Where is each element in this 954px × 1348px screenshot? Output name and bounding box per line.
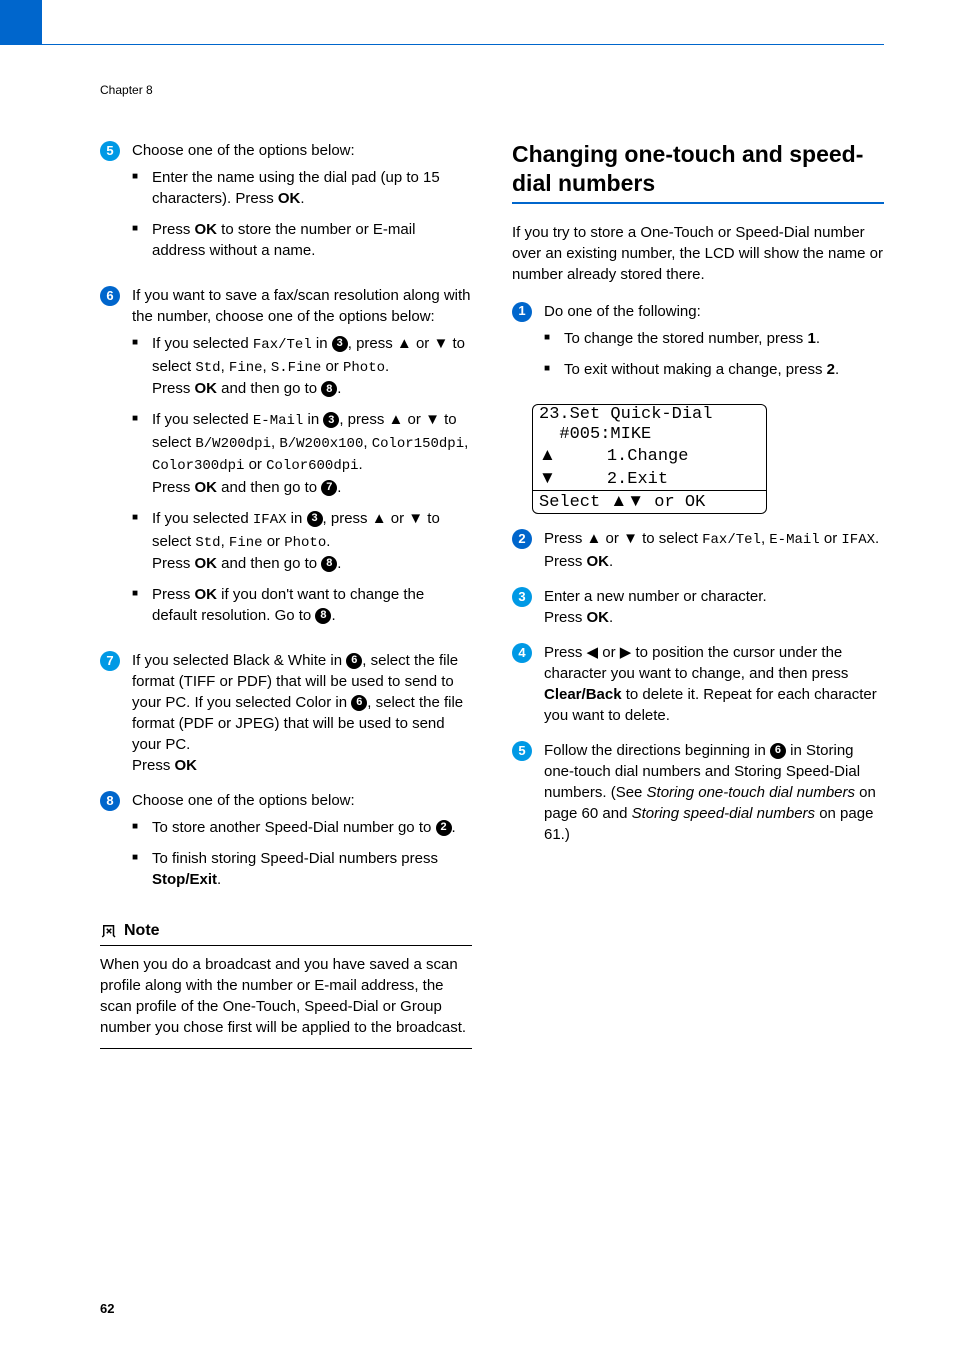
- down-arrow-icon: ▼: [627, 491, 644, 510]
- lcd-line1: 23.Set Quick-Dial: [533, 405, 766, 425]
- ref-3-icon: 3: [332, 336, 348, 352]
- r-step1-intro: Do one of the following:: [544, 301, 884, 322]
- down-arrow-icon: ▼: [539, 468, 556, 487]
- step6-bullet2: If you selected E-Mail in 3, press ▲ or …: [132, 409, 472, 498]
- step5-bullet2: Press OK to store the number or E-mail a…: [132, 219, 472, 261]
- r-step-badge-5: 5: [512, 741, 532, 761]
- ref-8-icon: 8: [315, 608, 331, 624]
- ref-6-icon: 6: [770, 743, 786, 759]
- up-arrow-icon: ▲: [610, 491, 627, 510]
- lcd-line3: ▲ 1.Change: [533, 445, 766, 467]
- right-arrow-icon: ▶: [620, 644, 632, 661]
- up-arrow-icon: ▲: [587, 530, 602, 547]
- r-step-badge-3: 3: [512, 587, 532, 607]
- note-icon: [100, 922, 118, 940]
- note-section: Note When you do a broadcast and you hav…: [100, 920, 472, 1048]
- ref-6-icon: 6: [351, 695, 367, 711]
- step6-bullet3: If you selected IFAX in 3, press ▲ or ▼ …: [132, 508, 472, 574]
- note-end-rule: [100, 1048, 472, 1049]
- step-badge-8: 8: [100, 791, 120, 811]
- ref-6-icon: 6: [346, 653, 362, 669]
- ref-7-icon: 7: [321, 480, 337, 496]
- r-step-2: 2 Press ▲ or ▼ to select Fax/Tel, E-Mail…: [512, 528, 884, 572]
- lcd-line4: ▼ 2.Exit: [533, 468, 766, 490]
- page-number: 62: [100, 1300, 114, 1318]
- r-step-badge-1: 1: [512, 302, 532, 322]
- step5-intro: Choose one of the options below:: [132, 140, 472, 161]
- ref-3-icon: 3: [323, 412, 339, 428]
- step-8: 8 Choose one of the options below: To st…: [100, 790, 472, 900]
- section-underline: [512, 202, 884, 204]
- left-column: 5 Choose one of the options below: Enter…: [100, 140, 472, 1065]
- down-arrow-icon: ▼: [408, 510, 423, 527]
- r-step1-bullet2: To exit without making a change, press 2…: [544, 359, 884, 380]
- left-arrow-icon: ◀: [587, 644, 599, 661]
- step-badge-7: 7: [100, 651, 120, 671]
- up-arrow-icon: ▲: [539, 445, 556, 464]
- step-badge-6: 6: [100, 286, 120, 306]
- section-title: Changing one-touch and speed-dial number…: [512, 140, 884, 198]
- down-arrow-icon: ▼: [433, 335, 448, 352]
- up-arrow-icon: ▲: [372, 510, 387, 527]
- step-5: 5 Choose one of the options below: Enter…: [100, 140, 472, 271]
- step6-bullet4: Press OK if you don't want to change the…: [132, 584, 472, 626]
- step6-intro: If you want to save a fax/scan resolutio…: [132, 285, 472, 327]
- step6-bullet1: If you selected Fax/Tel in 3, press ▲ or…: [132, 333, 472, 399]
- r-step-4: 4 Press ◀ or ▶ to position the cursor un…: [512, 642, 884, 726]
- step-7: 7 If you selected Black & White in 6, se…: [100, 650, 472, 776]
- header-rule: [42, 44, 884, 45]
- up-arrow-icon: ▲: [397, 335, 412, 352]
- r-step-5: 5 Follow the directions beginning in 6 i…: [512, 740, 884, 845]
- note-header: Note: [100, 920, 472, 945]
- ref-8-icon: 8: [321, 556, 337, 572]
- down-arrow-icon: ▼: [623, 530, 638, 547]
- down-arrow-icon: ▼: [425, 411, 440, 428]
- r-step-3: 3 Enter a new number or character. Press…: [512, 586, 884, 628]
- step8-bullet1: To store another Speed-Dial number go to…: [132, 817, 472, 838]
- note-title: Note: [124, 920, 160, 942]
- step8-intro: Choose one of the options below:: [132, 790, 472, 811]
- note-body: When you do a broadcast and you have sav…: [100, 954, 472, 1038]
- r-step-1: 1 Do one of the following: To change the…: [512, 301, 884, 390]
- r-step1-bullet1: To change the stored number, press 1.: [544, 328, 884, 349]
- ref-2-icon: 2: [436, 820, 452, 836]
- chapter-label: Chapter 8: [100, 82, 153, 99]
- step8-bullet2: To finish storing Speed-Dial numbers pre…: [132, 848, 472, 890]
- step-badge-5: 5: [100, 141, 120, 161]
- lcd-footer: Select ▲▼ or OK: [533, 490, 766, 513]
- r-step-badge-4: 4: [512, 643, 532, 663]
- lcd-display: 23.Set Quick-Dial #005:MIKE ▲ 1.Change ▼…: [532, 404, 767, 515]
- lcd-line2: #005:MIKE: [533, 425, 766, 445]
- ref-3-icon: 3: [307, 511, 323, 527]
- right-intro: If you try to store a One-Touch or Speed…: [512, 222, 884, 285]
- step5-bullet1: Enter the name using the dial pad (up to…: [132, 167, 472, 209]
- up-arrow-icon: ▲: [389, 411, 404, 428]
- r-step-badge-2: 2: [512, 529, 532, 549]
- right-column: Changing one-touch and speed-dial number…: [512, 140, 884, 1065]
- step-6: 6 If you want to save a fax/scan resolut…: [100, 285, 472, 636]
- ref-8-icon: 8: [321, 381, 337, 397]
- content-area: 5 Choose one of the options below: Enter…: [0, 0, 954, 1095]
- side-tab: [0, 0, 42, 45]
